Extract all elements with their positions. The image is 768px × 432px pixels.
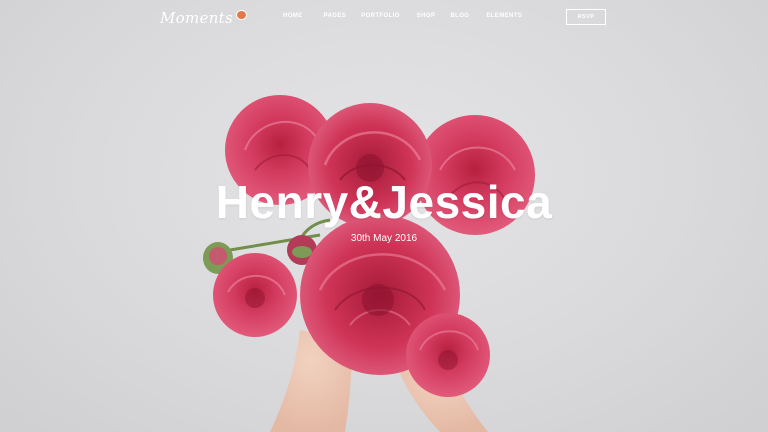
nav-item-shop[interactable]: SHOP [417,13,436,19]
site-header: Moments HOME PAGES PORTFOLIO SHOP BLOG E… [0,0,768,36]
nav-item-pages[interactable]: PAGES [324,13,347,19]
rsvp-button[interactable]: RSVP [566,9,606,25]
hero-date: 30th May 2016 [350,233,418,244]
hero-title: Henry&Jessica [215,176,553,228]
brand-logo-text: Moments [160,9,233,27]
nav-item-elements[interactable]: ELEMENTS [486,13,522,19]
nav-item-blog[interactable]: BLOG [450,13,469,19]
nav-item-home[interactable]: HOME [283,13,303,19]
logo-mark-icon [235,10,247,20]
nav-item-portfolio[interactable]: PORTFOLIO [361,13,400,19]
main-nav: HOME PAGES PORTFOLIO SHOP BLOG ELEMENTS [283,13,522,19]
brand-logo[interactable]: Moments [160,8,247,28]
